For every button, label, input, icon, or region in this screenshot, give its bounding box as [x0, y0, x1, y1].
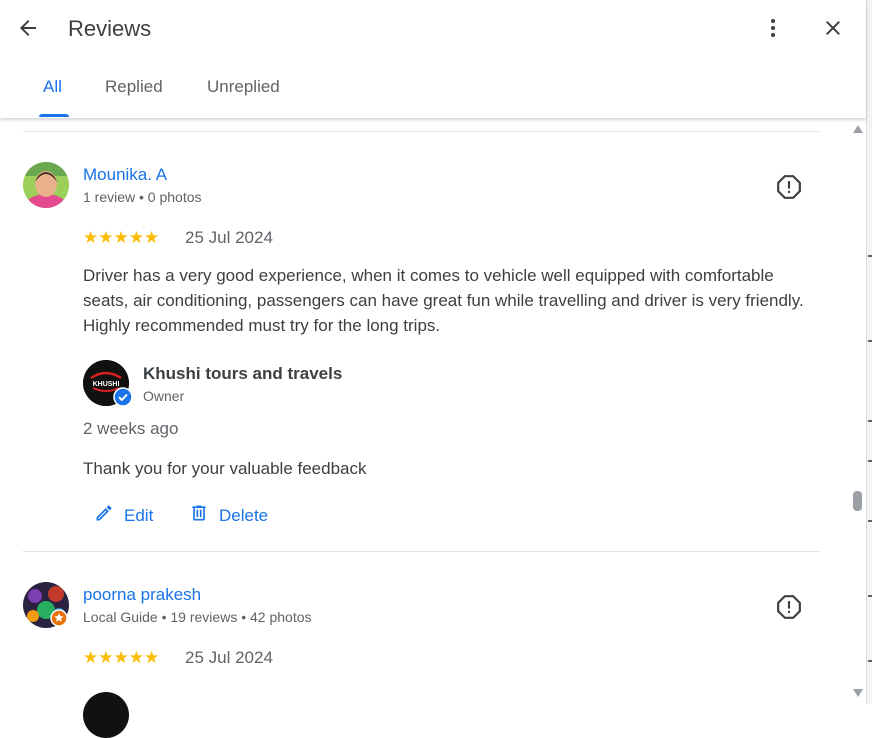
background-page-edge: [866, 0, 872, 704]
pencil-icon: [94, 503, 114, 528]
scroll-up-arrow-icon: [853, 125, 863, 133]
reviewer-name[interactable]: Mounika. A: [83, 164, 167, 186]
reviewer-meta: Local Guide • 19 reviews • 42 photos: [83, 609, 312, 625]
owner-role: Owner: [143, 388, 185, 404]
scrollbar[interactable]: [850, 120, 866, 704]
report-review-icon[interactable]: [776, 174, 802, 200]
delete-label: Delete: [219, 505, 269, 525]
close-icon[interactable]: [819, 14, 847, 42]
reply-text: Thank you for your valuable feedback: [83, 459, 367, 478]
reviews-panel: Reviews All Replied Unreplied Mounika. A…: [0, 0, 866, 738]
scrollbar-thumb[interactable]: [853, 491, 862, 511]
tab-replied[interactable]: Replied: [105, 76, 163, 98]
tab-unreplied[interactable]: Unreplied: [207, 76, 280, 98]
page-title: Reviews: [68, 16, 152, 41]
owner-name: Khushi tours and travels: [143, 364, 343, 383]
trash-icon: [189, 503, 209, 528]
star-rating: ★★★★★: [83, 648, 160, 667]
reviewer-meta: 1 review • 0 photos: [83, 189, 202, 205]
scroll-down-arrow-icon: [853, 689, 863, 697]
reviews-header: Reviews All Replied Unreplied: [0, 0, 866, 118]
reply-time: 2 weeks ago: [83, 419, 179, 438]
divider: [23, 551, 819, 552]
review-date: 25 Jul 2024: [185, 648, 273, 667]
review-text: Driver has a very good experience, when …: [83, 266, 804, 335]
divider: [23, 131, 819, 132]
delete-reply-button[interactable]: Delete: [189, 503, 268, 528]
edit-reply-button[interactable]: Edit: [94, 503, 153, 528]
tab-all[interactable]: All: [43, 76, 62, 98]
edit-label: Edit: [124, 505, 154, 525]
reviewer-name[interactable]: poorna prakesh: [83, 584, 201, 606]
star-rating: ★★★★★: [83, 228, 160, 247]
back-arrow-icon[interactable]: [14, 14, 42, 42]
local-guide-badge-icon: [50, 609, 68, 627]
review-date: 25 Jul 2024: [185, 228, 273, 247]
verified-badge-icon: [113, 387, 133, 407]
active-tab-indicator: [39, 114, 69, 117]
avatar[interactable]: [23, 162, 69, 208]
owner-logo: [83, 692, 129, 738]
report-review-icon[interactable]: [776, 594, 802, 620]
more-options-icon[interactable]: [760, 14, 786, 42]
